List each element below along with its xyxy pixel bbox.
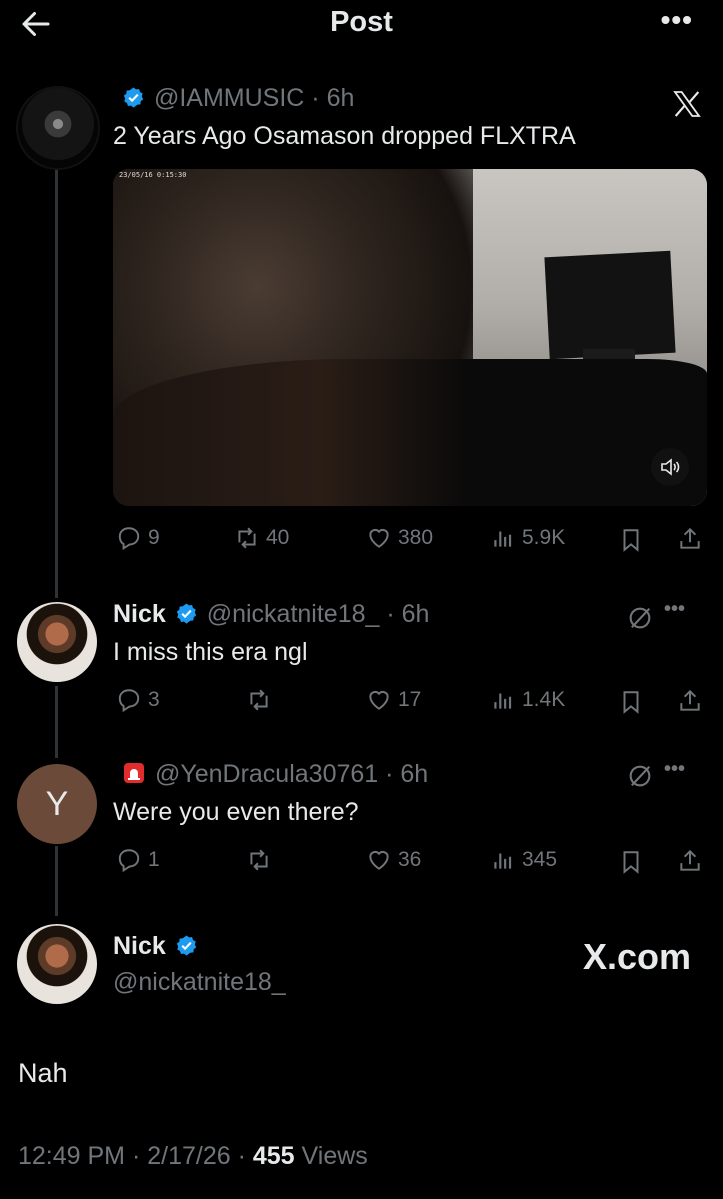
video-monitor: [544, 250, 676, 360]
reply-icon: [118, 849, 140, 873]
heart-icon: [369, 690, 389, 710]
x-logo-icon: [673, 91, 701, 117]
share-icon[interactable]: [677, 688, 703, 714]
analytics-icon: [494, 853, 512, 869]
view-count: 1.4K: [522, 688, 566, 711]
share-icon[interactable]: [677, 526, 703, 552]
repost-icon: [250, 849, 268, 871]
bookmark-icon[interactable]: [618, 849, 644, 875]
like-button[interactable]: 36: [366, 847, 421, 873]
reply-author-line: @YenDracula30761 · 6h: [120, 760, 428, 789]
like-button[interactable]: 17: [366, 687, 421, 713]
view-count: 455: [252, 1142, 295, 1170]
grok-icon[interactable]: [626, 762, 654, 790]
author-handle[interactable]: @IAMMUSIC: [154, 84, 304, 112]
avatar[interactable]: [16, 86, 100, 170]
avatar[interactable]: Y: [17, 764, 97, 844]
reply-button[interactable]: 1: [116, 847, 160, 873]
analytics-icon: [494, 531, 512, 547]
repost-icon: [250, 689, 268, 711]
separator: ·: [304, 84, 327, 112]
repost-button[interactable]: [246, 847, 278, 873]
reply-button[interactable]: 9: [116, 525, 160, 551]
heart-icon: [369, 850, 389, 870]
speaker-icon: [661, 458, 680, 476]
post-text: 2 Years Ago Osamason dropped FLXTRA: [113, 122, 576, 150]
page-title: Post: [330, 6, 393, 38]
share-icon[interactable]: [677, 848, 703, 874]
x-com-watermark: X.com: [582, 936, 691, 977]
video-timestamp: 23/05/16 0:15:30: [119, 171, 187, 179]
reply-text: I miss this era ngl: [113, 638, 308, 666]
reply-count: 1: [148, 848, 160, 871]
volume-button[interactable]: [651, 448, 689, 486]
avatar[interactable]: [17, 602, 97, 682]
analytics-icon: [494, 693, 512, 709]
thread-line: [55, 846, 58, 916]
repost-icon: [238, 527, 256, 549]
reply-author-line: Nick @nickatnite18_ · 6h: [113, 600, 429, 629]
reply-count: 9: [148, 526, 160, 549]
repost-count: 40: [266, 526, 290, 549]
separator: ·: [230, 1142, 253, 1170]
author-handle[interactable]: @YenDracula30761: [155, 760, 378, 788]
more-options-icon[interactable]: •••: [661, 4, 693, 36]
heart-icon: [369, 528, 389, 548]
views-button[interactable]: 345: [490, 847, 557, 873]
author-handle[interactable]: @nickatnite18_: [113, 968, 286, 997]
more-options-icon[interactable]: •••: [664, 758, 685, 781]
reply-count: 3: [148, 688, 160, 711]
reply-button[interactable]: 3: [116, 687, 160, 713]
siren-icon: [124, 763, 144, 783]
like-count: 17: [398, 688, 422, 711]
post-time: 6h: [400, 760, 429, 788]
views-button[interactable]: 1.4K: [490, 687, 565, 713]
repost-button[interactable]: [246, 687, 278, 713]
author-handle[interactable]: @nickatnite18_: [207, 600, 380, 628]
verified-badge-icon: [176, 603, 196, 624]
post-metadata: 12:49 PM · 2/17/26 · 455 Views: [18, 1142, 368, 1171]
bookmark-icon[interactable]: [618, 527, 644, 553]
avatar[interactable]: [17, 924, 97, 1004]
reply-icon: [118, 689, 140, 713]
post-date: 2/17/26: [147, 1142, 231, 1170]
verified-badge-icon: [123, 87, 144, 108]
like-count: 380: [398, 526, 434, 549]
post-time: 6h: [401, 600, 430, 628]
verified-badge-icon: [176, 935, 196, 956]
views-label: Views: [301, 1142, 368, 1170]
post-time: 12:49 PM: [18, 1142, 126, 1170]
reply-text: Were you even there?: [113, 798, 359, 826]
post-time: 6h: [326, 84, 355, 112]
thread-line: [55, 168, 58, 598]
author-name[interactable]: Nick: [113, 932, 166, 960]
post-author-line: @IAMMUSIC · 6h: [120, 84, 354, 113]
video-arm: [113, 359, 707, 506]
thread-line: [55, 686, 58, 758]
view-count: 345: [522, 848, 558, 871]
repost-button[interactable]: 40: [234, 525, 289, 551]
separator: ·: [125, 1142, 148, 1170]
more-options-icon[interactable]: •••: [664, 598, 685, 621]
grok-icon[interactable]: [626, 604, 654, 632]
bookmark-icon[interactable]: [618, 689, 644, 715]
view-count: 5.9K: [522, 526, 566, 549]
main-author-line: Nick: [113, 932, 200, 961]
author-name[interactable]: Nick: [113, 600, 166, 628]
like-button[interactable]: 380: [366, 525, 433, 551]
video-player[interactable]: 23/05/16 0:15:30: [113, 169, 707, 506]
separator: ·: [378, 760, 401, 788]
separator: ·: [379, 600, 402, 628]
views-button[interactable]: 5.9K: [490, 525, 565, 551]
like-count: 36: [398, 848, 422, 871]
reply-icon: [118, 527, 140, 551]
post-text: Nah: [18, 1058, 68, 1088]
